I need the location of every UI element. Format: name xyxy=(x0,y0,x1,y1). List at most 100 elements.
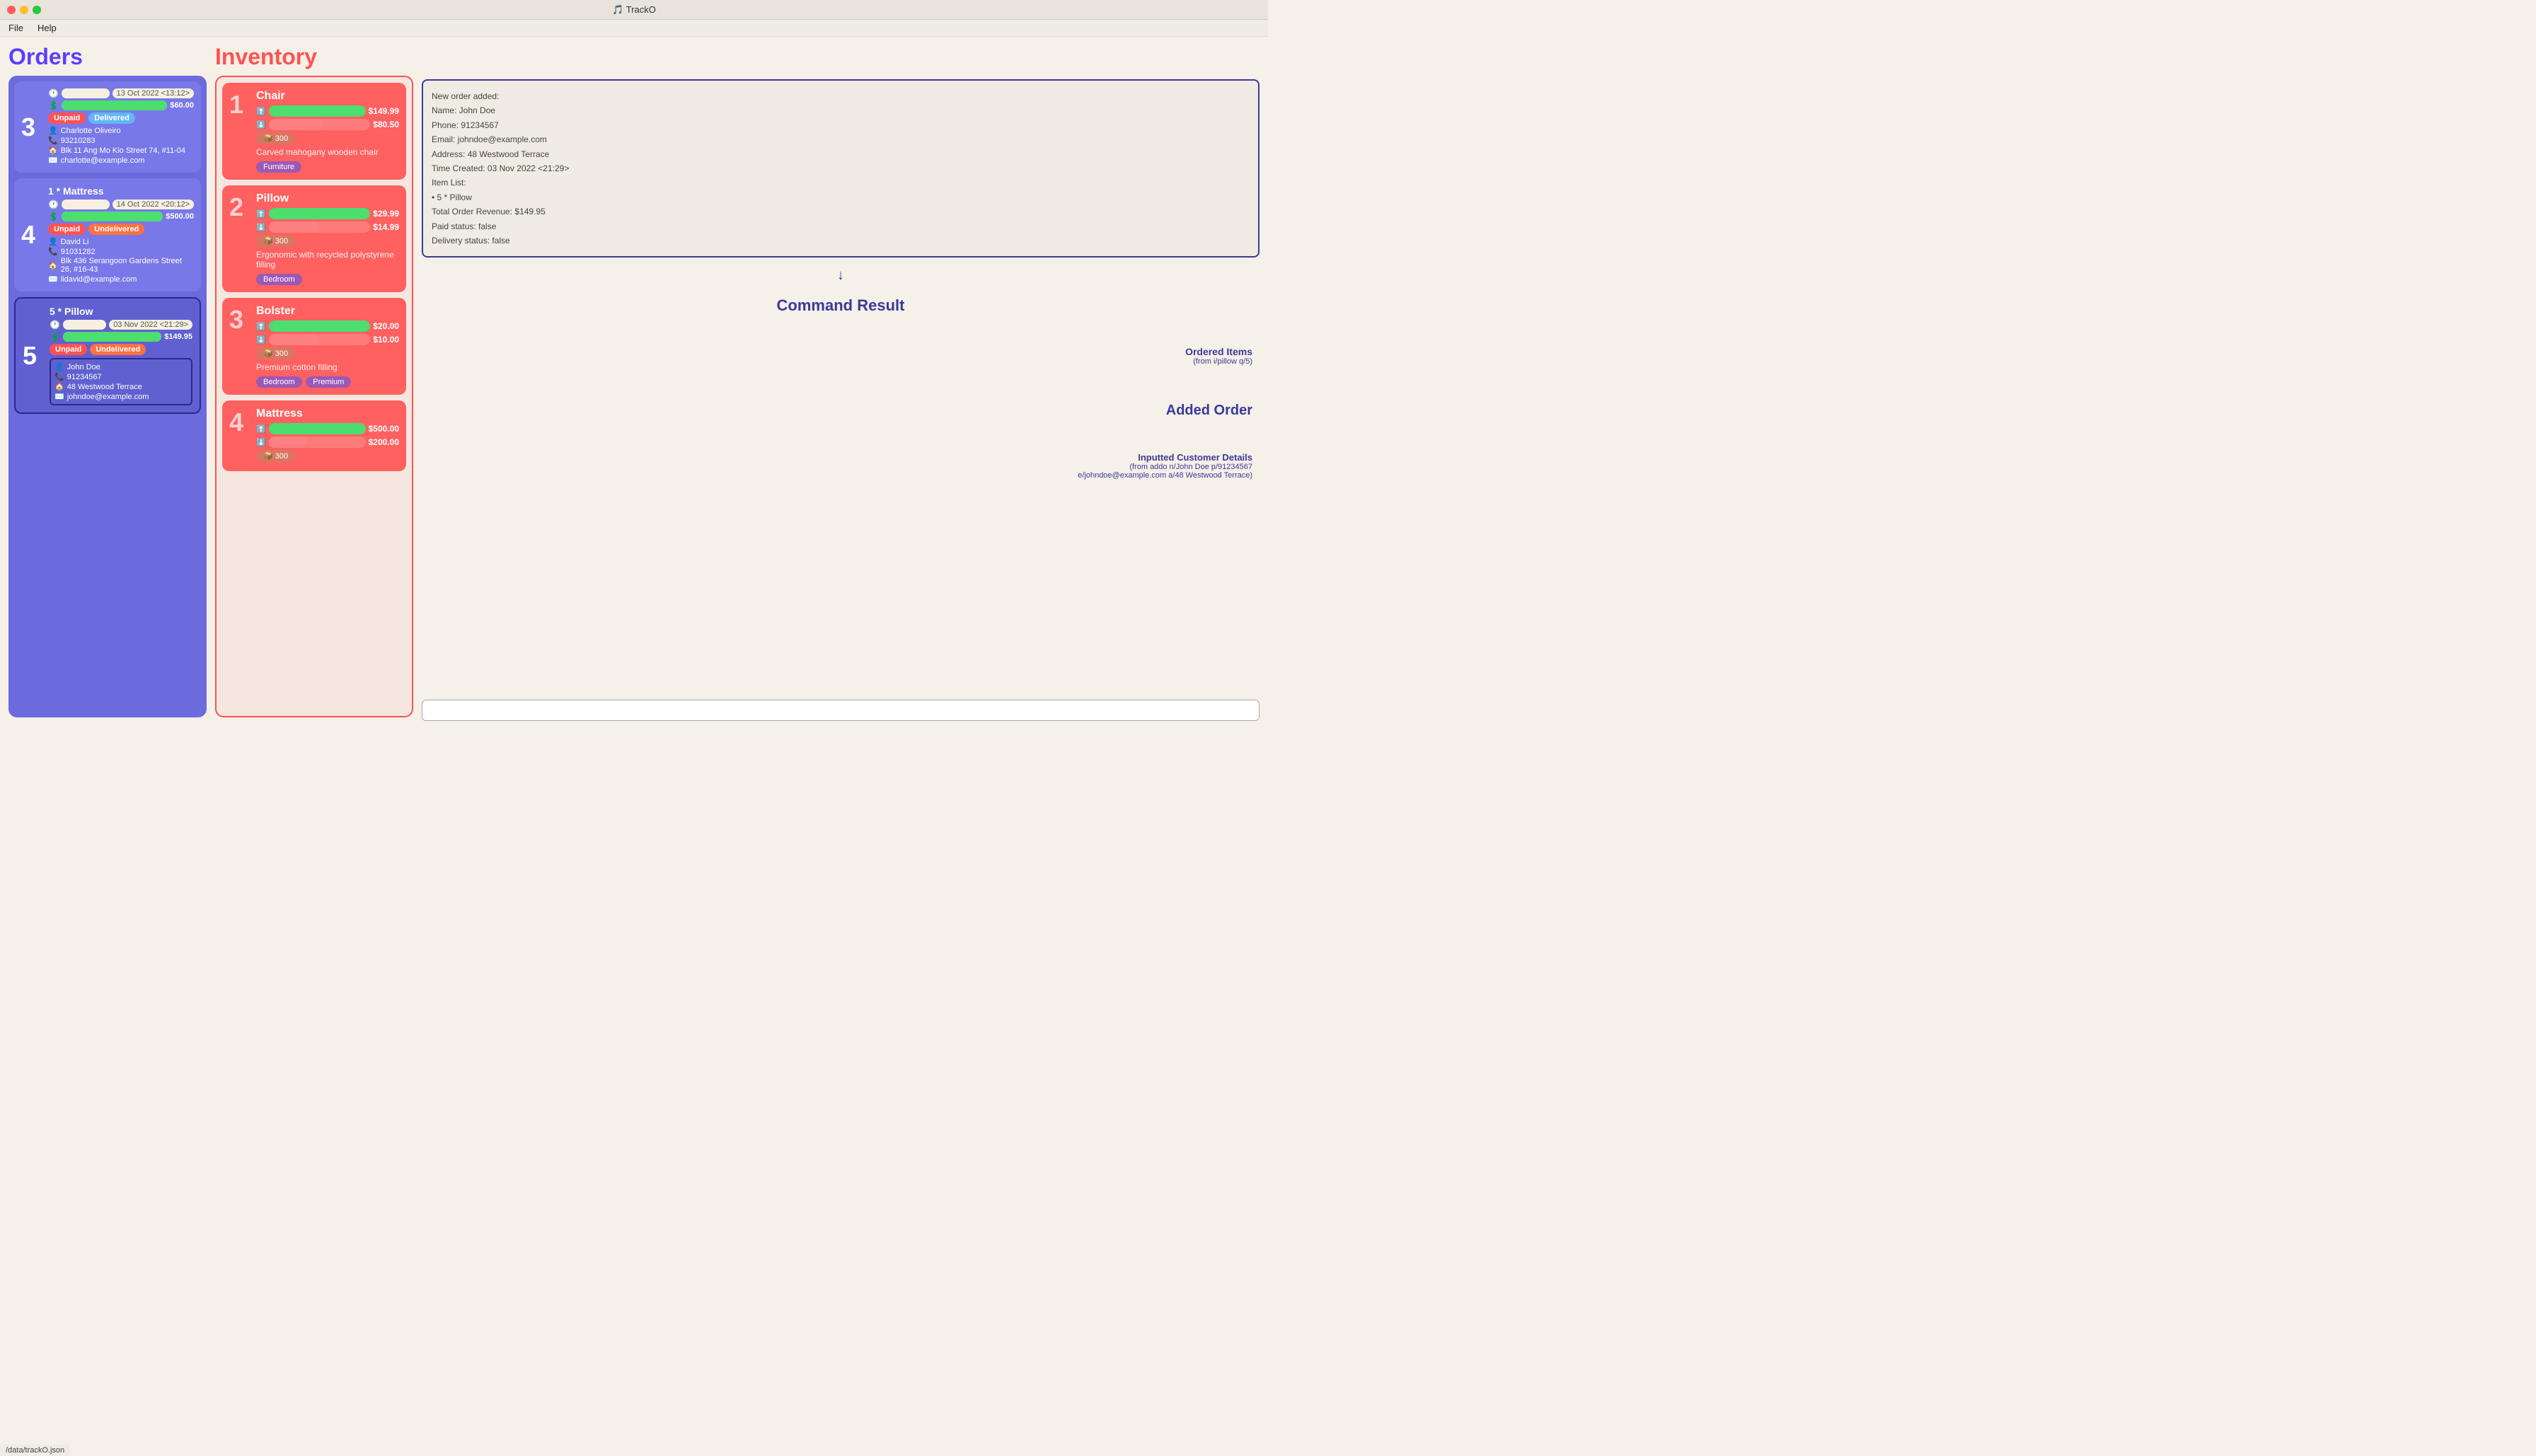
order-card-5[interactable]: 5 5 * Pillow 🕐 03 Nov 2022 <21:29> 💲 xyxy=(14,297,201,414)
cr-line-5: Address: 48 Westwood Terrace xyxy=(432,147,1250,161)
titlebar: 🎵 TrackO xyxy=(0,0,1268,20)
inv-sell-row-3: ⬆️ $20.00 xyxy=(256,320,399,332)
badge-delivered-3: Delivered xyxy=(88,112,135,124)
order-name-3: Charlotte Oliveiro xyxy=(61,127,121,135)
inv-sell-price-3: $20.00 xyxy=(373,321,399,331)
order-name-row-4: 👤 David Li xyxy=(48,237,194,246)
inv-stock-tag-3: 📦 300 xyxy=(256,347,295,359)
inv-number-4: 4 xyxy=(229,408,250,464)
app-title: 🎵 TrackO xyxy=(612,4,656,16)
badge-unpaid-3: Unpaid xyxy=(48,112,86,124)
inventory-container[interactable]: 1 Chair ⬆️ $149.99 ⬇️ xyxy=(215,76,413,717)
order-phone-5: 91234567 xyxy=(67,373,102,381)
inv-card-2[interactable]: 2 Pillow ⬆️ $29.99 ⬇️ xyxy=(222,185,406,292)
inv-sell-row-2: ⬆️ $29.99 xyxy=(256,208,399,219)
inv-details-4: Mattress ⬆️ $500.00 ⬇️ $200.00 xyxy=(256,408,399,464)
order-card-3[interactable]: 3 🕐 13 Oct 2022 <13:12> 💲 xyxy=(14,81,201,173)
order-badges-5: Unpaid Undelivered xyxy=(50,344,192,355)
inv-tags-3: Bedroom Premium xyxy=(256,375,399,388)
annotation-ordered-sub: (from i/pillow q/5) xyxy=(1185,357,1252,366)
order-email-row-4: ✉️ lidavid@example.com xyxy=(48,275,194,284)
order-email-row-3: ✉️ charlotte@example.com xyxy=(48,156,194,165)
order-email-row-5: ✉️ johndoe@example.com xyxy=(54,392,188,401)
orders-container[interactable]: 3 🕐 13 Oct 2022 <13:12> 💲 xyxy=(8,76,207,717)
menu-help[interactable]: Help xyxy=(38,23,57,33)
inv-card-4[interactable]: 4 Mattress ⬆️ $500.00 ⬇️ xyxy=(222,400,406,471)
badge-undelivered-5: Undelivered xyxy=(90,344,146,355)
connector-arrow: ↓ xyxy=(422,267,1260,284)
inv-stock-tag-1: 📦 300 xyxy=(256,132,295,144)
order-card-4[interactable]: 4 1 * Mattress 🕐 14 Oct 2022 <20:12> 💲 xyxy=(14,178,201,291)
annotation-inputted: Inputted Customer Details (from addo n/J… xyxy=(1078,452,1252,480)
order-date-5: 03 Nov 2022 <21:29> xyxy=(109,320,192,330)
order-email-3: charlotte@example.com xyxy=(61,156,145,165)
inv-desc-2: Ergonomic with recycled polystyrene fill… xyxy=(256,250,399,270)
command-result-title: Command Result xyxy=(422,296,1260,315)
order-date-3: 13 Oct 2022 <13:12> xyxy=(113,88,194,98)
inv-stock-tag-2: 📦 300 xyxy=(256,235,295,247)
inv-stock-tag-4: 📦 300 xyxy=(256,450,295,462)
inv-sell-bar-4 xyxy=(269,423,366,434)
main-content: Orders 3 🕐 13 Oct 2022 <13:12> 💲 xyxy=(0,37,1268,728)
inv-cost-row-1: ⬇️ $80.50 xyxy=(256,119,399,130)
order-email-5: johndoe@example.com xyxy=(67,393,149,401)
cr-line-9: Total Order Revenue: $149.95 xyxy=(432,204,1250,219)
inv-sell-bar-1 xyxy=(269,105,366,117)
annotation-inputted-title: Inputted Customer Details xyxy=(1078,452,1252,463)
order-date-row-3: 🕐 13 Oct 2022 <13:12> xyxy=(48,88,194,98)
date-bar-4 xyxy=(62,200,110,209)
order-address-row-3: 🏠 Blk 11 Ang Mo Kio Street 74, #11-04 xyxy=(48,146,194,155)
inv-stock-row-1: 📦 300 xyxy=(256,132,399,144)
order-name-5: John Doe xyxy=(67,363,100,371)
inv-cost-price-3: $10.00 xyxy=(373,335,399,345)
inv-cost-price-2: $14.99 xyxy=(373,222,399,232)
inv-name-1: Chair xyxy=(256,90,399,103)
order-email-4: lidavid@example.com xyxy=(61,275,137,284)
annotations-area: Ordered Items (from i/pillow q/5) Added … xyxy=(422,332,1260,693)
inv-stock-row-3: 📦 300 xyxy=(256,347,399,359)
inv-details-2: Pillow ⬆️ $29.99 ⬇️ $14.99 xyxy=(256,192,399,285)
inv-name-2: Pillow xyxy=(256,192,399,205)
order-price-row-3: 💲 $60.00 xyxy=(48,100,194,110)
price-bar-3 xyxy=(62,100,167,110)
command-input-bar[interactable] xyxy=(422,700,1260,721)
annotation-added-order: Added Order xyxy=(1166,403,1252,419)
close-button[interactable] xyxy=(7,6,16,14)
order-number-3: 3 xyxy=(21,88,42,166)
maximize-button[interactable] xyxy=(33,6,41,14)
badge-unpaid-5: Unpaid xyxy=(50,344,87,355)
inv-stock-3: 300 xyxy=(275,349,288,358)
order-date-4: 14 Oct 2022 <20:12> xyxy=(113,200,194,209)
inv-card-1[interactable]: 1 Chair ⬆️ $149.99 ⬇️ xyxy=(222,83,406,180)
inv-card-3[interactable]: 3 Bolster ⬆️ $20.00 ⬇️ xyxy=(222,298,406,395)
order-phone-row-5: 📞 91234567 xyxy=(54,372,188,381)
cr-line-6: Time Created: 03 Nov 2022 <21:29> xyxy=(432,161,1250,175)
menu-file[interactable]: File xyxy=(8,23,23,33)
inv-sell-price-4: $500.00 xyxy=(369,424,399,434)
order-badges-3: Unpaid Delivered xyxy=(48,112,194,124)
badge-undelivered-4: Undelivered xyxy=(88,224,144,235)
order-number-4: 4 xyxy=(21,185,42,284)
inv-tags-2: Bedroom xyxy=(256,272,399,285)
inv-name-4: Mattress xyxy=(256,408,399,420)
order-address-4: Blk 436 Serangoon Gardens Street 26, #16… xyxy=(61,257,194,274)
order-phone-4: 91031282 xyxy=(61,248,96,256)
order-item-name-4: 1 * Mattress xyxy=(48,185,194,197)
cr-line-11: Delivery status: false xyxy=(432,233,1250,248)
window-controls xyxy=(7,6,41,14)
inv-tag-bedroom-3: Bedroom xyxy=(256,376,302,388)
annotation-ordered-title: Ordered Items xyxy=(1185,346,1252,357)
inv-sell-price-2: $29.99 xyxy=(373,209,399,219)
cr-line-4: Email: johndoe@example.com xyxy=(432,132,1250,146)
inv-cost-row-2: ⬇️ $14.99 xyxy=(256,221,399,233)
order-address-5: 48 Westwood Terrace xyxy=(67,383,142,391)
order-details-4: 1 * Mattress 🕐 14 Oct 2022 <20:12> 💲 xyxy=(48,185,194,284)
order-price-row-4: 💲 $500.00 xyxy=(48,212,194,221)
minimize-button[interactable] xyxy=(20,6,28,14)
inv-sell-price-1: $149.99 xyxy=(369,106,399,116)
inv-tag-premium-3: Premium xyxy=(306,376,351,388)
inv-sell-row-1: ⬆️ $149.99 xyxy=(256,105,399,117)
command-input[interactable] xyxy=(422,700,1259,720)
inv-stock-4: 300 xyxy=(275,452,288,461)
order-phone-row-3: 📞 93210283 xyxy=(48,136,194,145)
